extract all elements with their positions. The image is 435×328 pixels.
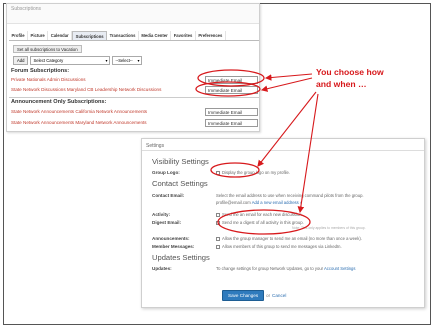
tab-profile[interactable]: Profile: [9, 31, 29, 40]
announcement-subscriptions-heading: Announcement Only Subscriptions:: [11, 99, 107, 105]
updates-help: To change settings for group Network Upd…: [216, 266, 355, 271]
announcement-subscription-link[interactable]: State Network Announcements California N…: [11, 109, 147, 114]
updates-settings-heading: Updates Settings: [152, 253, 210, 262]
tab-subscriptions[interactable]: Subscriptions: [72, 31, 108, 40]
callout-line-1: You choose how: [316, 67, 384, 77]
callout-line-2: and when …: [316, 79, 367, 89]
callout-text: You choose how and when …: [316, 66, 426, 90]
set-all-vacation-button[interactable]: Set all subscriptions to Vacation: [13, 45, 82, 53]
category-select[interactable]: Select Category ▾: [30, 56, 111, 65]
announcement-frequency-select[interactable]: Immediate Email: [205, 119, 258, 127]
frequency-select-value: --Select--: [115, 58, 133, 63]
contact-settings-heading: Contact Settings: [152, 179, 208, 188]
digest-email-text: Send me a digest of all activity in this…: [222, 220, 304, 225]
activity-checkbox[interactable]: [216, 212, 220, 217]
settings-panel-title: Settings: [146, 143, 165, 149]
form-actions: Save Changes or Cancel: [222, 290, 286, 301]
member-messages-label: Member Messages:: [152, 244, 195, 249]
forum-subscription-link[interactable]: State Network Discussions Maryland CB Le…: [11, 87, 161, 92]
announcements-label: Announcements:: [152, 236, 190, 241]
add-button[interactable]: Add: [13, 56, 29, 65]
member-messages-option[interactable]: Allow members of this group to send me m…: [216, 244, 342, 249]
title-divider: [142, 150, 424, 151]
tab-calendar[interactable]: Calendar: [48, 31, 73, 40]
group-logo-text: Display the group logo on my profile.: [222, 170, 290, 175]
activity-label: Activity:: [152, 212, 171, 217]
forum-frequency-select[interactable]: Immediate Email: [205, 76, 258, 84]
tab-favorites[interactable]: Favorites: [171, 31, 196, 40]
group-logo-option[interactable]: Display the group logo on my profile.: [216, 170, 290, 175]
contact-email-value: profile@email.com: [216, 200, 251, 205]
tab-transactions[interactable]: Transactions: [107, 31, 139, 40]
group-logo-checkbox[interactable]: [216, 170, 220, 175]
tab-media-center[interactable]: Media Center: [139, 31, 172, 40]
settings-panel: Settings Visibility Settings Group Logo:…: [141, 138, 425, 308]
add-email-link[interactable]: Add a new email address »: [252, 200, 303, 205]
digest-email-checkbox[interactable]: [216, 220, 220, 225]
or-text: or: [266, 293, 271, 298]
add-subscription-row: Add Select Category ▾ --Select-- ▾: [13, 56, 143, 65]
chevron-down-icon: ▾: [137, 58, 140, 63]
cancel-link[interactable]: Cancel: [272, 293, 286, 298]
announcement-subscription-link[interactable]: State Network Announcements Maryland Net…: [11, 120, 147, 125]
save-changes-button[interactable]: Save Changes: [222, 290, 265, 301]
account-settings-link[interactable]: Account Settings: [324, 266, 355, 271]
updates-label: Updates:: [152, 266, 172, 271]
section-divider: [9, 97, 259, 98]
member-messages-text: Allow members of this group to send me m…: [222, 244, 342, 249]
digest-email-note: Note: This only applies to members of th…: [292, 226, 366, 230]
member-messages-checkbox[interactable]: [216, 244, 220, 249]
announcements-checkbox[interactable]: [216, 236, 220, 241]
group-logo-label: Group Logo:: [152, 170, 180, 175]
contact-email-help: Select the email address to use when rec…: [216, 193, 364, 198]
activity-text: Send me an email for each new discussion: [222, 212, 302, 217]
tab-picture[interactable]: Picture: [28, 31, 49, 40]
forum-subscriptions-heading: Forum Subscriptions:: [11, 68, 70, 74]
contact-email-select[interactable]: profile@email.com Add a new email addres…: [216, 200, 302, 205]
frequency-select[interactable]: --Select-- ▾: [112, 56, 143, 65]
subscriptions-panel: Subscriptions Profile Picture Calendar S…: [6, 3, 260, 132]
chevron-down-icon: ▾: [105, 58, 108, 63]
announcements-option[interactable]: Allow the group manager to send me an em…: [216, 236, 362, 241]
tab-preferences[interactable]: Preferences: [196, 31, 226, 40]
announcement-frequency-select[interactable]: Immediate Email: [205, 108, 258, 116]
digest-email-option[interactable]: Send me a digest of all activity in this…: [216, 220, 304, 225]
contact-email-label: Contact Email:: [152, 193, 185, 198]
updates-text: To change settings for group Network Upd…: [216, 266, 324, 271]
subscriptions-page-title: Subscriptions: [7, 4, 259, 24]
category-select-value: Select Category: [33, 58, 64, 63]
forum-subscription-link[interactable]: Private Nationals Admin Discussions: [11, 77, 86, 82]
visibility-settings-heading: Visibility Settings: [152, 157, 209, 166]
forum-frequency-select[interactable]: Immediate Email: [205, 86, 258, 94]
digest-email-label: Digest Email:: [152, 220, 182, 225]
activity-option[interactable]: Send me an email for each new discussion: [216, 212, 302, 217]
profile-tabs: Profile Picture Calendar Subscriptions T…: [9, 31, 259, 41]
announcements-text: Allow the group manager to send me an em…: [222, 236, 362, 241]
